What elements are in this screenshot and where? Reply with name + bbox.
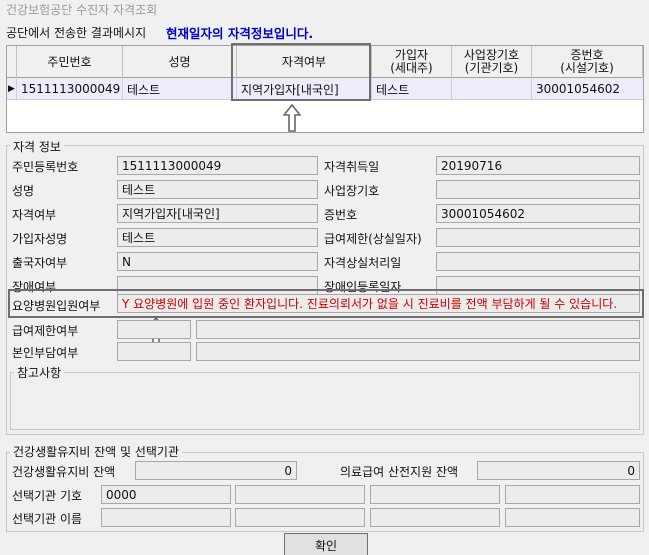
grid-header-indicator: [7, 46, 17, 78]
label-status: 자격여부: [12, 208, 57, 222]
field-inst-name-4[interactable]: [505, 508, 640, 527]
qualification-group-title: 자격 정보: [10, 138, 64, 155]
field-cert-no[interactable]: 30001054602: [436, 204, 640, 223]
field-self-pay-detail[interactable]: [196, 342, 640, 361]
field-benefit-limit2-detail[interactable]: [196, 320, 640, 339]
field-inst-name-3[interactable]: [370, 508, 500, 527]
field-medical-balance[interactable]: 0: [477, 461, 640, 480]
field-self-pay[interactable]: [117, 342, 191, 361]
up-arrow-icon: [283, 104, 301, 132]
notes-group-title: 참고사항: [14, 364, 65, 381]
label-jumin: 주민등록번호: [12, 160, 79, 174]
grid-header-workplace[interactable]: 사업장기호 (기관기호): [452, 46, 532, 78]
field-jumin[interactable]: 1511113000049: [117, 156, 318, 175]
result-message-text: 현재일자의 자격정보입니다.: [166, 26, 314, 41]
label-cert-no: 증번호: [324, 208, 358, 222]
field-inst-name-2[interactable]: [235, 508, 365, 527]
label-inst-name: 선택기관 이름: [12, 512, 83, 526]
grid-header-cert[interactable]: 증번호 (시설기호): [532, 46, 643, 78]
status-highlight-box: [231, 43, 371, 101]
field-benefit-limit2[interactable]: [117, 320, 191, 339]
field-inst-code-3[interactable]: [370, 485, 500, 504]
field-inst-code-4[interactable]: [505, 485, 640, 504]
result-message-label: 공단에서 전송한 결과메시지: [6, 26, 147, 40]
label-inst-code: 선택기관 기호: [12, 489, 83, 503]
confirm-button[interactable]: 확인: [284, 533, 368, 555]
cell-subscriber[interactable]: 테스트: [372, 78, 452, 100]
cell-name[interactable]: 테스트: [123, 78, 237, 100]
field-inst-name-1[interactable]: [101, 508, 231, 527]
label-departure: 출국자여부: [12, 256, 68, 270]
row-indicator-icon: ▶: [7, 78, 17, 100]
cell-workplace[interactable]: [452, 78, 532, 100]
label-self-pay: 본인부담여부: [12, 346, 79, 360]
label-benefit-limit2: 급여제한여부: [12, 324, 79, 338]
label-loss-proc: 자격상실처리일: [324, 256, 402, 270]
field-acq-date[interactable]: 20190716: [436, 156, 640, 175]
window-title: 건강보험공단 수진자 자격조회: [6, 3, 158, 17]
label-health-balance: 건강생활유지비 잔액: [12, 465, 116, 479]
field-departure[interactable]: N: [117, 252, 318, 271]
field-health-balance[interactable]: 0: [135, 461, 297, 480]
field-loss-proc[interactable]: [436, 252, 640, 271]
nursing-highlight-box: [8, 289, 644, 318]
label-name: 성명: [12, 184, 35, 198]
field-name[interactable]: 테스트: [117, 180, 318, 199]
label-workplace: 사업장기호: [324, 184, 380, 198]
label-benefit-limit: 급여제한(상실일자): [324, 232, 422, 246]
field-inst-code-2[interactable]: [235, 485, 365, 504]
field-status[interactable]: 지역가입자[내국인]: [117, 204, 318, 223]
cell-cert[interactable]: 30001054602: [532, 78, 643, 100]
label-medical-balance: 의료급여 산전지원 잔액: [340, 465, 459, 479]
notes-group: [10, 372, 640, 430]
label-acq-date: 자격취득일: [324, 160, 380, 174]
field-workplace[interactable]: [436, 180, 640, 199]
grid-header-jumin[interactable]: 주민번호: [17, 46, 123, 78]
grid-header-subscriber[interactable]: 가입자 (세대주): [372, 46, 452, 78]
grid-header-name[interactable]: 성명: [123, 46, 237, 78]
health-group-title: 건강생활유지비 잔액 및 선택기관: [10, 443, 183, 460]
field-inst-code-1[interactable]: 0000: [101, 485, 231, 504]
cell-jumin[interactable]: 1511113000049: [17, 78, 123, 100]
field-subscriber[interactable]: 테스트: [117, 228, 318, 247]
field-benefit-limit[interactable]: [436, 228, 640, 247]
label-subscriber: 가입자성명: [12, 232, 68, 246]
